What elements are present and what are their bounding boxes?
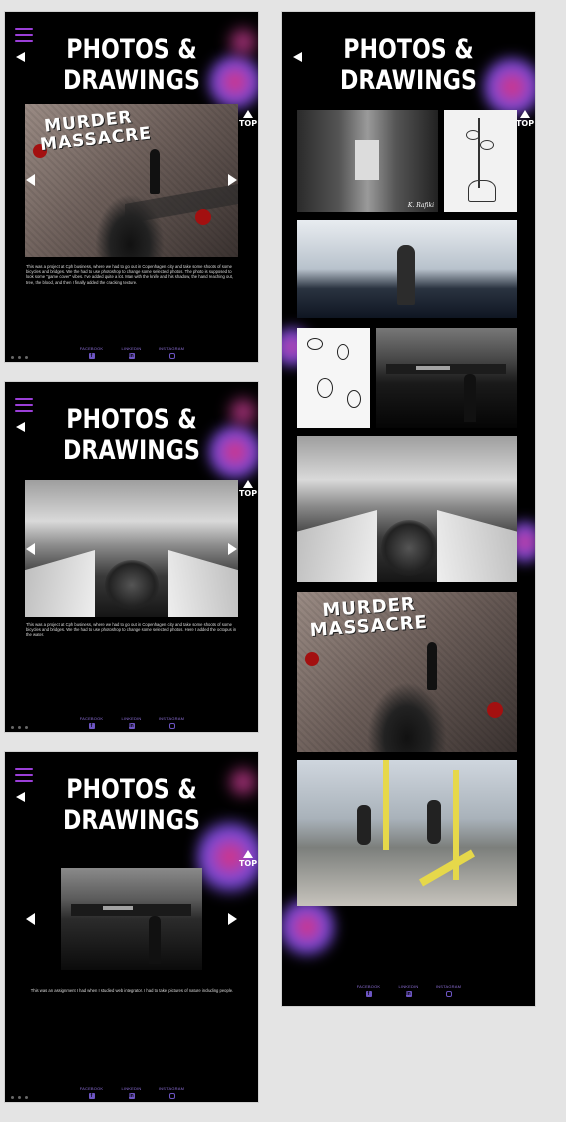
- page-title: PHOTOS & DRAWINGS: [340, 34, 477, 96]
- arrow-up-icon: [243, 850, 253, 858]
- prev-arrow-icon[interactable]: [26, 543, 35, 555]
- instagram-link[interactable]: INSTAGRAM: [159, 346, 185, 359]
- slide-image: [61, 868, 202, 970]
- top-button[interactable]: TOP: [237, 480, 258, 498]
- linkedin-icon: in: [128, 723, 135, 729]
- social-footer: FACEBOOK f LINKEDIN in INSTAGRAM: [5, 1086, 258, 1099]
- artboard-slide-octopus: PHOTOS & DRAWINGS TOP This was a project…: [5, 382, 258, 732]
- linkedin-icon: in: [128, 1093, 135, 1099]
- top-button[interactable]: TOP: [237, 110, 258, 128]
- top-button[interactable]: TOP: [514, 110, 535, 128]
- arrow-up-icon: [243, 480, 253, 488]
- next-arrow-icon[interactable]: [228, 174, 237, 186]
- linkedin-link[interactable]: LINKEDIN in: [119, 1086, 145, 1099]
- gallery-image-bridge-octopus[interactable]: [297, 436, 517, 582]
- page-title: PHOTOS & DRAWINGS: [63, 774, 200, 836]
- prev-arrow-icon[interactable]: [26, 913, 35, 925]
- instagram-icon: [168, 723, 175, 729]
- slide-caption: This was a project at Cph business, wher…: [26, 264, 233, 285]
- artboard-slide-nature: PHOTOS & DRAWINGS TOP This was an assign…: [5, 752, 258, 1102]
- back-arrow-icon[interactable]: [293, 52, 302, 62]
- linkedin-link[interactable]: LINKEDIN in: [119, 716, 145, 729]
- back-arrow-icon[interactable]: [16, 792, 25, 802]
- social-footer: FACEBOOK f LINKEDIN in INSTAGRAM: [5, 716, 258, 729]
- facebook-link[interactable]: FACEBOOK f: [79, 716, 105, 729]
- next-arrow-icon[interactable]: [228, 543, 237, 555]
- gallery-image-corridor[interactable]: K. Rafiki: [297, 110, 438, 212]
- top-button[interactable]: TOP: [237, 850, 258, 868]
- gallery-image-man-water[interactable]: [297, 220, 517, 318]
- facebook-link[interactable]: FACEBOOK f: [356, 984, 382, 997]
- artboard-slide-murder: PHOTOS & DRAWINGS MURDER MASSACRE TOP Th…: [5, 12, 258, 362]
- instagram-link[interactable]: INSTAGRAM: [436, 984, 462, 997]
- linkedin-link[interactable]: LINKEDIN in: [396, 984, 422, 997]
- artboard-dots: [11, 1096, 28, 1099]
- artboard-dots: [11, 726, 28, 729]
- top-label: TOP: [515, 119, 535, 128]
- instagram-icon: [445, 991, 452, 997]
- top-label: TOP: [238, 119, 258, 128]
- facebook-link[interactable]: FACEBOOK f: [79, 346, 105, 359]
- back-arrow-icon[interactable]: [16, 422, 25, 432]
- back-arrow-icon[interactable]: [16, 52, 25, 62]
- artist-signature: K. Rafiki: [407, 202, 434, 209]
- instagram-link[interactable]: INSTAGRAM: [159, 1086, 185, 1099]
- social-footer: FACEBOOK f LINKEDIN in INSTAGRAM: [5, 346, 258, 359]
- facebook-icon: f: [88, 1093, 95, 1099]
- next-arrow-icon[interactable]: [228, 913, 237, 925]
- facebook-icon: f: [88, 353, 95, 359]
- arrow-up-icon: [243, 110, 253, 118]
- instagram-link[interactable]: INSTAGRAM: [159, 716, 185, 729]
- gallery-image-murder-massacre[interactable]: MURDER MASSACRE: [297, 592, 517, 752]
- gallery-image-night-building[interactable]: [376, 328, 517, 428]
- facebook-icon: f: [88, 723, 95, 729]
- facebook-link[interactable]: FACEBOOK f: [79, 1086, 105, 1099]
- gallery-image-plant-drawing[interactable]: [444, 110, 517, 212]
- top-label: TOP: [238, 489, 258, 498]
- artboard-dots: [11, 356, 28, 359]
- page-title: PHOTOS & DRAWINGS: [63, 34, 200, 96]
- instagram-icon: [168, 1093, 175, 1099]
- prev-arrow-icon[interactable]: [26, 174, 35, 186]
- slide-caption: This was an assignment I had when I stud…: [30, 988, 234, 993]
- gallery-image-bugs-drawing[interactable]: [297, 328, 370, 428]
- linkedin-link[interactable]: LINKEDIN in: [119, 346, 145, 359]
- gallery-image-playground[interactable]: [297, 760, 517, 906]
- social-footer: FACEBOOK f LINKEDIN in INSTAGRAM: [282, 984, 535, 997]
- instagram-icon: [168, 353, 175, 359]
- slide-image: MURDER MASSACRE: [25, 104, 238, 257]
- arrow-up-icon: [520, 110, 530, 118]
- linkedin-icon: in: [128, 353, 135, 359]
- page-title: PHOTOS & DRAWINGS: [63, 404, 200, 466]
- artboard-gallery: PHOTOS & DRAWINGS TOP K. Rafiki MURDER M…: [282, 12, 535, 1006]
- facebook-icon: f: [365, 991, 372, 997]
- slide-image: [25, 480, 238, 617]
- slide-caption: This was a project at Cph business, wher…: [26, 622, 237, 638]
- top-label: TOP: [238, 859, 258, 868]
- linkedin-icon: in: [405, 991, 412, 997]
